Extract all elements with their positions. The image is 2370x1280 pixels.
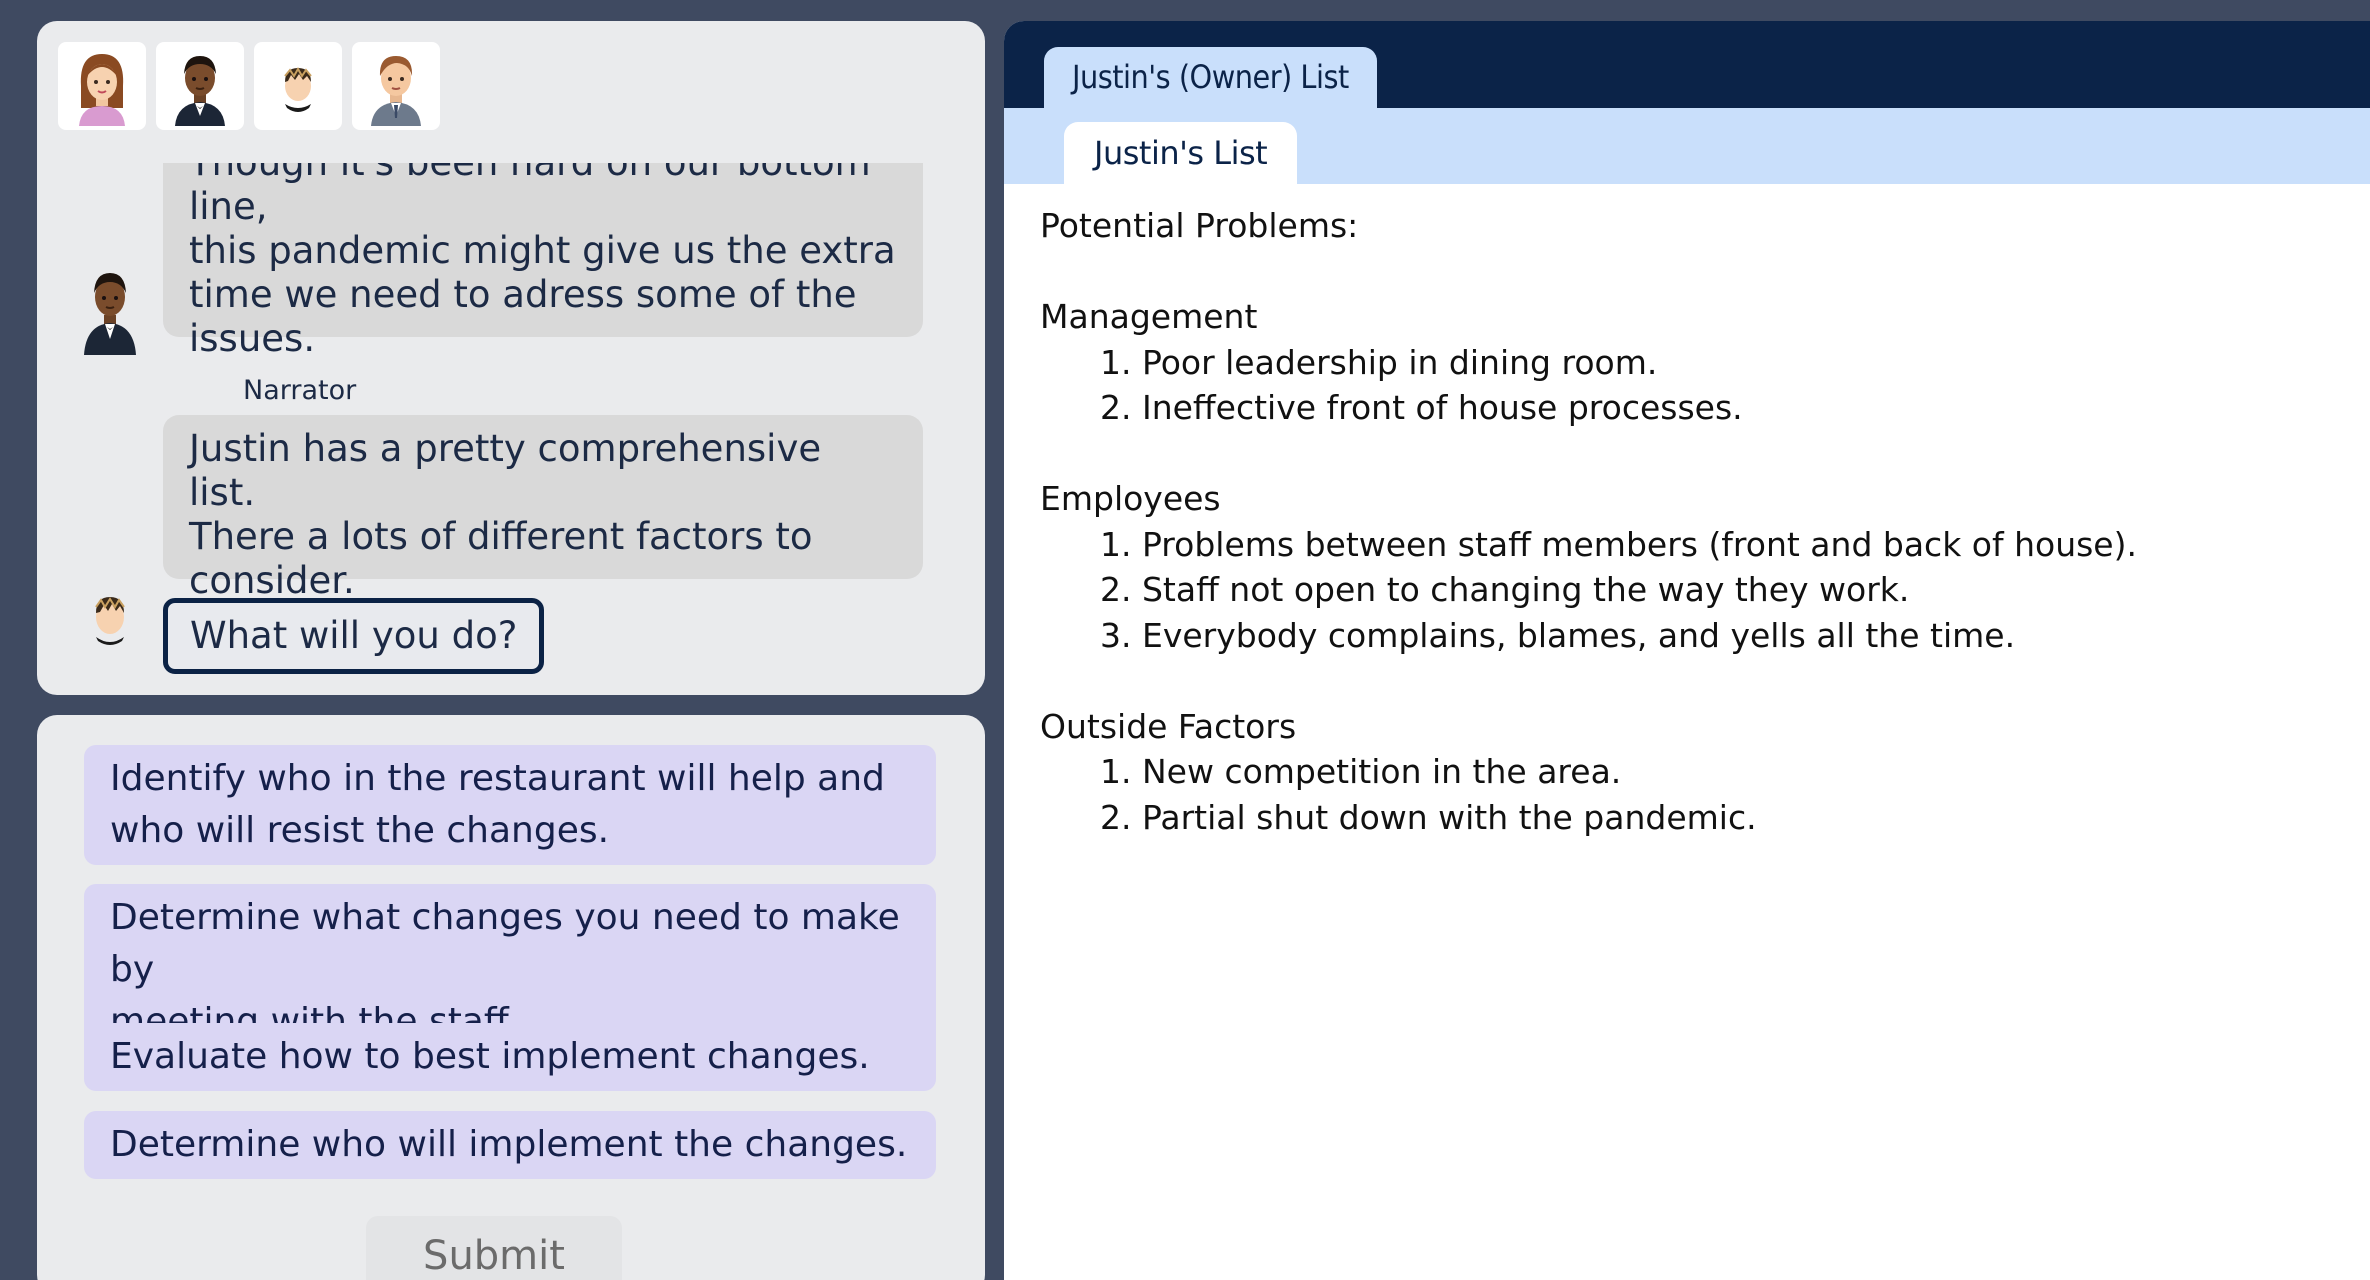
choice-option[interactable]: Evaluate how to best implement changes.: [84, 1023, 936, 1091]
choice-line: Evaluate how to best implement changes.: [110, 1036, 870, 1077]
section-heading: Employees: [1040, 479, 1221, 518]
character-bar: [58, 42, 440, 130]
woman-avatar-icon[interactable]: [58, 42, 146, 130]
problem-list: 1. Problems between staff members (front…: [1040, 522, 2340, 659]
chat-panel: Though it's been hard on our bottom line…: [37, 21, 985, 695]
player-avatar-icon[interactable]: [254, 42, 342, 130]
list-tab-bar: Justin's List: [1004, 108, 2370, 184]
player-prompt[interactable]: What will you do?: [163, 598, 545, 674]
message-line: There a lots of different factors to: [189, 515, 813, 558]
list-item: 3. Everybody complains, blames, and yell…: [1100, 615, 2016, 655]
problem-list: 1. New competition in the area. 2. Parti…: [1040, 749, 2340, 840]
list-item: 2. Partial shut down with the pandemic.: [1100, 797, 1757, 837]
message-bubble: Justin has a pretty comprehensive list. …: [163, 415, 923, 602]
document-content: Potential Problems: Management 1. Poor l…: [1040, 203, 2340, 840]
choice-line: Identify who in the restaurant will help…: [110, 758, 885, 799]
list-item: 2. Ineffective front of house processes.: [1100, 388, 1743, 427]
choice-option[interactable]: Identify who in the restaurant will help…: [84, 745, 936, 865]
message-line: issues.: [189, 317, 316, 360]
message-line: Though it's been hard on our bottom line…: [189, 163, 871, 228]
submit-button[interactable]: Submit: [366, 1216, 622, 1280]
tab-owner-list[interactable]: Justin's (Owner) List: [1044, 47, 1377, 108]
choice-line: Determine what changes you need to make …: [110, 897, 900, 990]
choice-option[interactable]: Determine who will implement the changes…: [84, 1111, 936, 1179]
player-avatar-icon: [95, 597, 125, 645]
list-item: 1. New competition in the area.: [1100, 752, 1622, 791]
man-suit-avatar-icon[interactable]: [352, 42, 440, 130]
choices-panel: Identify who in the restaurant will help…: [37, 715, 985, 1280]
document-panel: Justin's (Owner) List Justin's List Pote…: [1004, 21, 2370, 1280]
speaker-name: Narrator: [243, 375, 357, 406]
message-line: Justin has a pretty comprehensive list.: [189, 427, 822, 514]
message-line: consider.: [189, 559, 355, 602]
owner-tab-bar: Justin's (Owner) List: [1004, 21, 2370, 108]
message-bubble: Though it's been hard on our bottom line…: [163, 163, 923, 360]
left-edge: [0, 0, 18, 1280]
list-item: 1. Problems between staff members (front…: [1100, 524, 2137, 564]
document-title: Potential Problems:: [1040, 206, 1359, 245]
man-dark-suit-avatar-icon[interactable]: [156, 42, 244, 130]
section-heading: Management: [1040, 297, 1258, 336]
message-line: this pandemic might give us the extra: [189, 229, 896, 272]
section-heading: Outside Factors: [1040, 706, 1297, 746]
list-item: 2. Staff not open to changing the way th…: [1100, 570, 1910, 609]
man-dark-suit-avatar-icon: [84, 273, 136, 355]
choice-line: who will resist the changes.: [110, 810, 610, 851]
list-item: 1. Poor leadership in dining room.: [1100, 342, 1658, 382]
message-list[interactable]: Though it's been hard on our bottom line…: [37, 163, 985, 695]
tab-justins-list[interactable]: Justin's List: [1064, 122, 1298, 184]
problem-list: 1. Poor leadership in dining room. 2. In…: [1040, 340, 2340, 431]
choice-line: Determine who will implement the changes…: [110, 1124, 908, 1165]
message-line: time we need to adress some of the: [189, 273, 857, 316]
